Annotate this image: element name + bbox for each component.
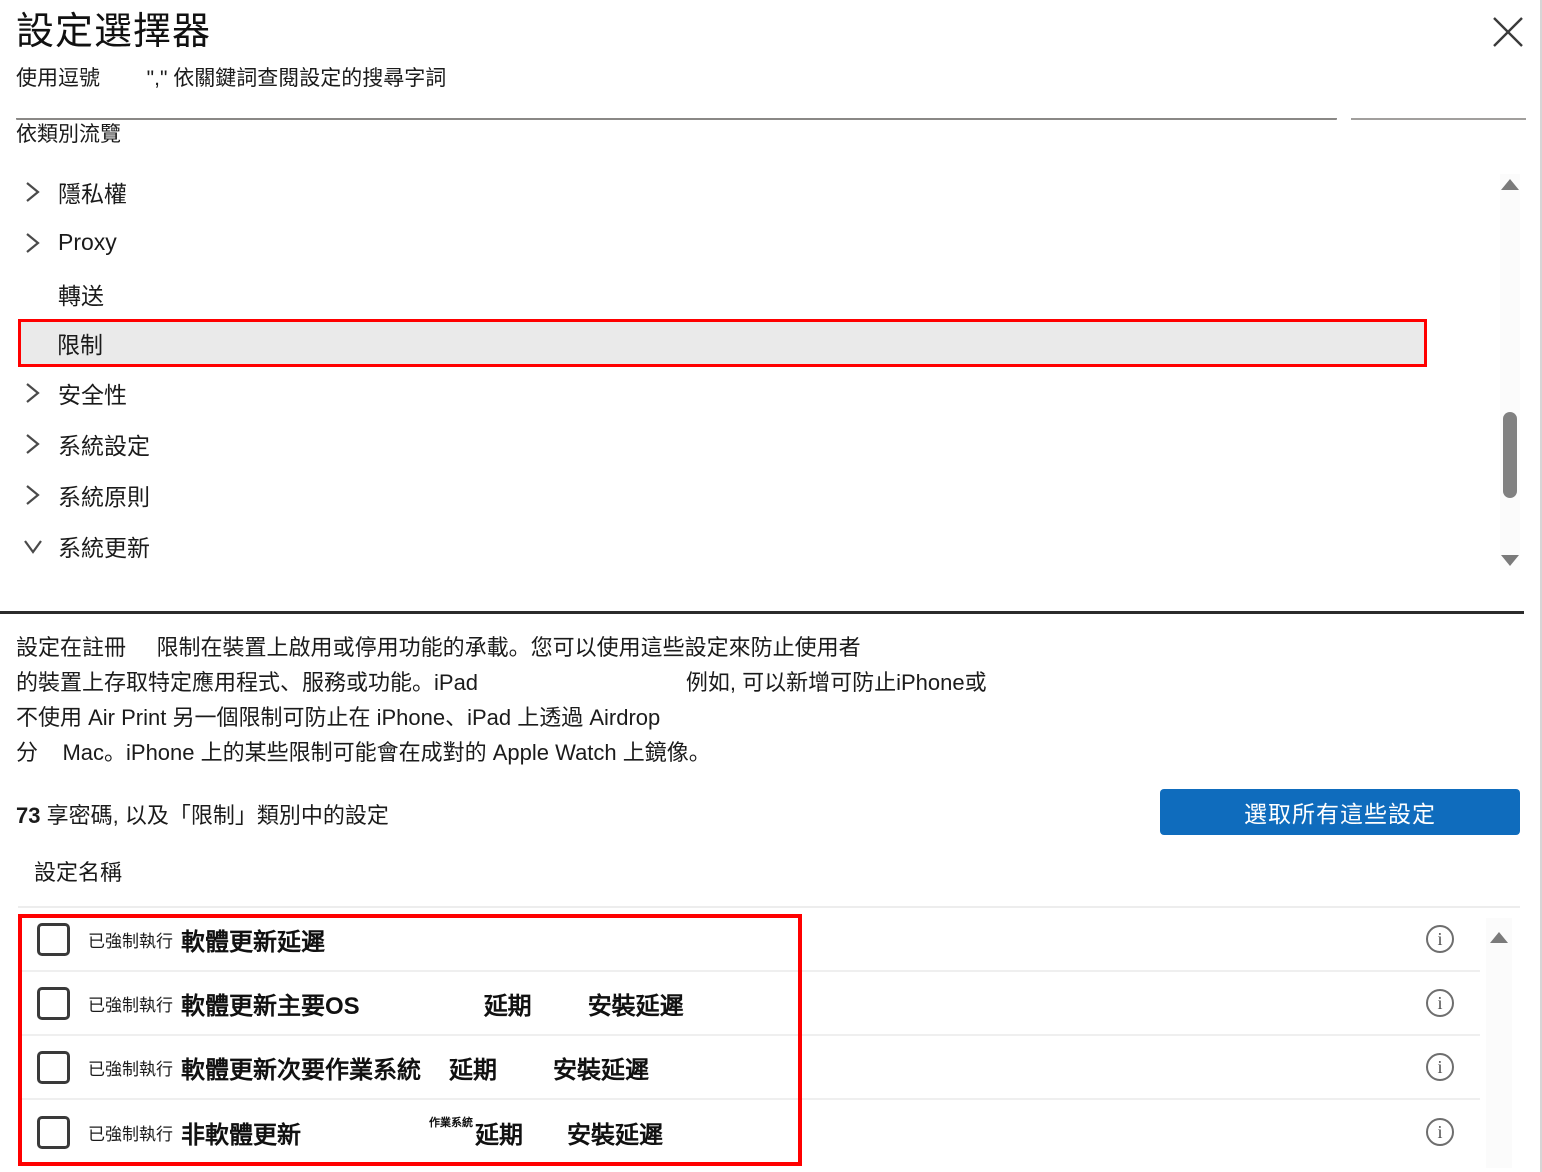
row-checkbox[interactable] (36, 986, 70, 1020)
row-checkbox-cell (18, 922, 88, 956)
category-tree: 隱私權 Proxy 轉送 限制 安全性 系統設定 系統原則 系統更新 (0, 166, 1482, 580)
operating-system-superscript: 作業系統 (429, 1117, 473, 1129)
description-line: 不使用 Air Print 另一個限制可防止在 iPhone、iPad 上透過 … (16, 705, 661, 730)
count-and-actions-row: 73 享密碼, 以及「限制」類別中的設定 選取所有這些設定 (16, 789, 1520, 843)
table-scrollbar[interactable] (1486, 918, 1512, 1168)
chevron-right-icon (22, 431, 58, 457)
tree-item-system-configuration[interactable]: 系統設定 (0, 418, 1482, 469)
table-row[interactable]: 已強制執行 軟體更新次要作業系統 延期 安裝延遲 i (18, 1036, 1480, 1100)
tree-item-label: 隱私權 (58, 180, 127, 207)
setting-name-fragment-2: 安裝延遲 (553, 1056, 649, 1084)
setting-name-fragment-1: 延期 (475, 1121, 523, 1149)
setting-name: 非軟體更新 (181, 1121, 301, 1149)
tree-scrollbar[interactable] (1500, 174, 1520, 570)
triangle-up-icon (1490, 932, 1508, 943)
settings-table-region: 已強制執行 軟體更新延遲 i 已強制執行 軟體更新主要OS 延期 安裝延遲 i … (0, 908, 1542, 1172)
setting-name-fragment-1: 延期 (449, 1056, 497, 1084)
select-all-settings-button[interactable]: 選取所有這些設定 (1160, 789, 1520, 835)
setting-name: 軟體更新主要OS (181, 992, 360, 1020)
description-line: 的裝置上存取特定應用程式、服務或功能。iPad 例如, 可以新增可防止iPhon… (16, 670, 987, 695)
row-checkbox[interactable] (36, 1050, 70, 1084)
tree-item-privacy[interactable]: 隱私權 (0, 166, 1482, 217)
settings-table: 已強制執行 軟體更新延遲 i 已強制執行 軟體更新主要OS 延期 安裝延遲 i … (18, 908, 1480, 1172)
chevron-right-icon (22, 179, 58, 205)
tree-item-label: 轉送 (58, 282, 104, 309)
tree-item-software-update[interactable]: 系統更新 (0, 520, 1482, 571)
scroll-down-button[interactable] (1501, 552, 1519, 568)
category-tree-region: 隱私權 Proxy 轉送 限制 安全性 系統設定 系統原則 系統更新 (0, 166, 1542, 580)
search-input-secondary[interactable] (1351, 112, 1526, 120)
info-icon[interactable]: i (1426, 1118, 1454, 1146)
row-checkbox-cell (18, 1115, 88, 1149)
enforced-label: 已強制執行 (88, 931, 173, 951)
chevron-down-icon (22, 533, 58, 559)
column-header-setting-name: 設定名稱 (34, 860, 123, 885)
setting-name: 軟體更新次要作業系統 (181, 1056, 421, 1084)
setting-name-fragment-2: 安裝延遲 (567, 1121, 663, 1149)
category-description: 設定在註冊 限制在裝置上啟用或停用功能的承載。您可以使用這些設定來防止使用者 的… (16, 630, 1516, 770)
enforced-label: 已強制執行 (88, 1059, 173, 1079)
tree-item-relay[interactable]: 轉送 (0, 268, 1482, 319)
setting-name-fragment-1: 延期 (483, 992, 532, 1020)
search-field-row (16, 112, 1526, 120)
enforced-label: 已強制執行 (88, 995, 173, 1015)
browse-by-category-label: 依類別流覽 (16, 123, 121, 146)
enforced-label: 已強制執行 (88, 1124, 173, 1144)
info-icon[interactable]: i (1426, 989, 1454, 1017)
chevron-right-icon (22, 230, 58, 256)
scrollbar-thumb[interactable] (1503, 412, 1517, 498)
triangle-down-icon (1501, 554, 1519, 566)
tree-item-label: Proxy (58, 229, 130, 255)
scroll-up-button[interactable] (1488, 932, 1510, 943)
tree-item-security[interactable]: 安全性 (0, 367, 1482, 418)
section-divider (0, 611, 1524, 614)
chevron-right-icon (22, 380, 58, 406)
tree-item-label: 系統原則 (58, 483, 150, 510)
tree-item-restrictions[interactable]: 限制 (18, 319, 1427, 367)
table-row[interactable]: 已強制執行 非軟體更新 作業系統 延期 安裝延遲 i (18, 1100, 1480, 1164)
info-icon[interactable]: i (1426, 925, 1454, 953)
search-input[interactable] (16, 112, 1337, 120)
row-checkbox[interactable] (36, 1115, 70, 1149)
tree-item-proxy[interactable]: Proxy (0, 217, 1482, 268)
description-line: 設定在註冊 限制在裝置上啟用或停用功能的承載。您可以使用這些設定來防止使用者 (16, 635, 861, 660)
description-line: 分 Mac。iPhone 上的某些限制可能會在成對的 Apple Watch 上… (16, 740, 711, 765)
close-icon (1491, 15, 1525, 49)
scroll-up-button[interactable] (1501, 176, 1519, 192)
settings-count-number: 73 (16, 803, 41, 828)
info-icon[interactable]: i (1426, 1053, 1454, 1081)
dialog-header: 設定選擇器 使用逗號 "," 依關鍵詞查閱設定的搜尋字詞 (0, 0, 1542, 94)
close-button[interactable] (1486, 10, 1530, 54)
chevron-right-icon (22, 482, 58, 508)
tree-item-system-policy[interactable]: 系統原則 (0, 469, 1482, 520)
tree-item-label: 安全性 (58, 381, 127, 408)
setting-name-fragment-2: 安裝延遲 (587, 992, 684, 1020)
triangle-up-icon (1501, 178, 1519, 190)
tree-item-label: 系統更新 (58, 534, 150, 561)
setting-name: 軟體更新延遲 (181, 928, 325, 956)
tree-item-label: 限制 (57, 332, 103, 358)
row-checkbox-cell (18, 1050, 88, 1084)
table-row[interactable]: 已強制執行 軟體更新主要OS 延期 安裝延遲 i (18, 972, 1480, 1036)
page-title: 設定選擇器 (16, 11, 212, 53)
settings-count-text: 73 享密碼, 以及「限制」類別中的設定 (16, 799, 389, 833)
tree-item-label: 系統設定 (58, 432, 150, 459)
settings-count-label: 享密碼, 以及「限制」類別中的設定 (40, 803, 389, 828)
row-checkbox-cell (18, 986, 88, 1020)
table-row[interactable]: 已強制執行 軟體更新延遲 i (18, 908, 1480, 972)
dialog-subtitle: 使用逗號 "," 依關鍵詞查閱設定的搜尋字詞 (16, 67, 447, 90)
row-checkbox[interactable] (36, 922, 70, 956)
